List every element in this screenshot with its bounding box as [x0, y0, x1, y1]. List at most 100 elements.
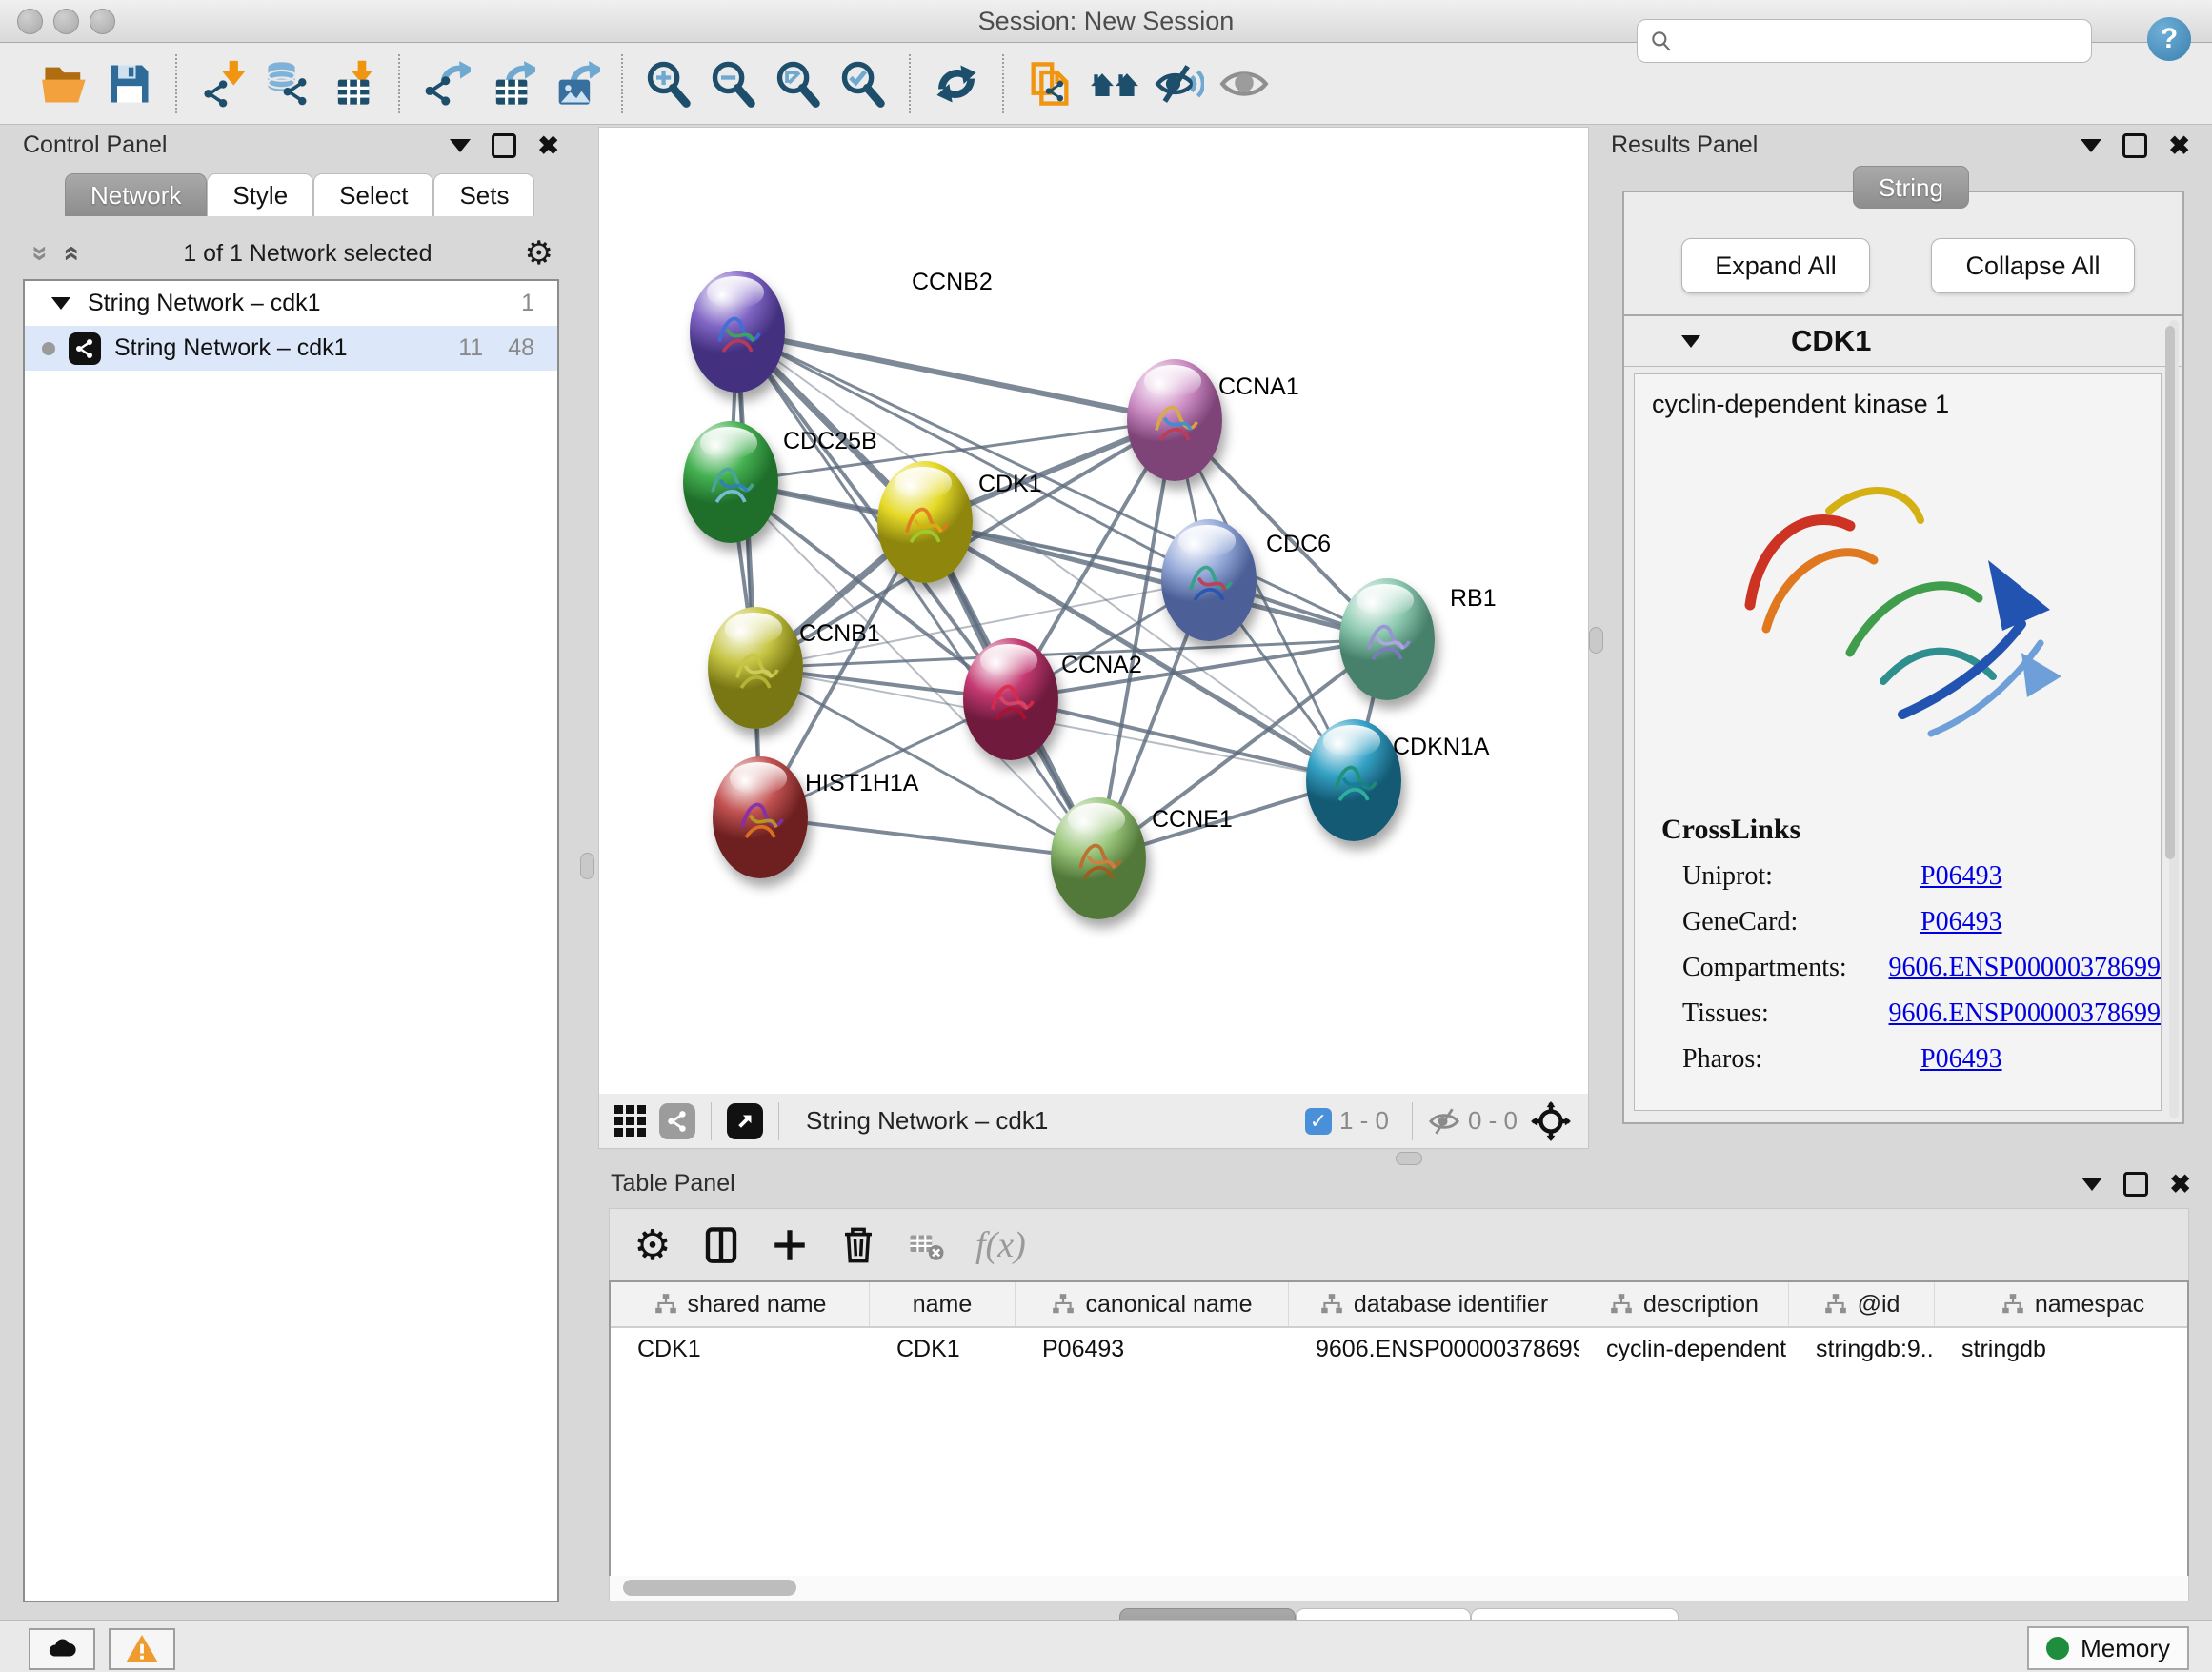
import-network-icon[interactable]: [196, 57, 250, 111]
warnings-button[interactable]: [109, 1628, 175, 1670]
network-node-CCNA1[interactable]: [1127, 359, 1222, 481]
float-panel-icon[interactable]: [492, 133, 516, 158]
hide-graphics-icon[interactable]: [1153, 57, 1206, 111]
tab-sets[interactable]: Sets: [433, 173, 534, 216]
import-table-icon[interactable]: [326, 57, 379, 111]
collapse-all-icon[interactable]: »: [24, 246, 56, 262]
network-overview-icon[interactable]: [659, 1103, 695, 1139]
add-column-icon[interactable]: [764, 1219, 815, 1271]
protein-card-header[interactable]: CDK1: [1624, 316, 2182, 367]
toolbar-buttons: [32, 54, 1277, 113]
tab-network[interactable]: Network: [65, 173, 207, 216]
column-header-shared-name[interactable]: shared name: [611, 1282, 870, 1326]
network-node-CDC6[interactable]: [1161, 519, 1257, 641]
float-panel-icon[interactable]: [2123, 1172, 2148, 1197]
export-table-icon[interactable]: [484, 57, 537, 111]
zoom-selected-icon[interactable]: [836, 57, 890, 111]
network-view-title: String Network – cdk1: [806, 1106, 1048, 1136]
column-header-@id[interactable]: @id: [1789, 1282, 1935, 1326]
results-panel-title: Results Panel: [1611, 131, 1758, 159]
delete-column-icon[interactable]: [833, 1219, 884, 1271]
function-builder-icon[interactable]: f(x): [975, 1224, 1026, 1266]
birds-eye-view-icon[interactable]: [614, 1105, 646, 1137]
column-header-description[interactable]: description: [1579, 1282, 1789, 1326]
horizontal-splitter-grip[interactable]: [1396, 1152, 1422, 1165]
network-collection-row[interactable]: String Network – cdk1 1: [25, 281, 557, 326]
zoom-out-icon[interactable]: [707, 57, 760, 111]
tab-style[interactable]: Style: [207, 173, 313, 216]
table-options-gear-icon[interactable]: ⚙: [627, 1219, 678, 1271]
collection-expand-icon[interactable]: [51, 297, 70, 310]
tab-select[interactable]: Select: [313, 173, 433, 216]
column-header-database-identifier[interactable]: database identifier: [1289, 1282, 1579, 1326]
network-canvas[interactable]: CCNB2CCNA1CDC25BCDK1CDC6RB1CCNB1CCNA2CDK…: [598, 127, 1589, 1096]
network-node-CDC25B[interactable]: [683, 421, 778, 543]
memory-button[interactable]: Memory: [2027, 1626, 2189, 1670]
selected-checkbox-icon[interactable]: ✓: [1305, 1108, 1332, 1135]
scrollbar-thumb[interactable]: [623, 1580, 796, 1596]
show-columns-icon[interactable]: [695, 1219, 747, 1271]
export-network-icon[interactable]: [419, 57, 473, 111]
string-home-icon[interactable]: [1088, 57, 1141, 111]
tab-string[interactable]: String: [1853, 166, 1969, 209]
import-string-icon[interactable]: [1023, 57, 1076, 111]
show-graphics-icon[interactable]: [1217, 57, 1271, 111]
cloud-status-button[interactable]: [29, 1628, 95, 1670]
detach-view-icon[interactable]: [727, 1103, 763, 1139]
fit-selected-icon[interactable]: [1531, 1101, 1571, 1141]
table-hscrollbar[interactable]: [609, 1576, 2189, 1601]
network-node-CDK1[interactable]: [877, 461, 973, 583]
network-node-CDKN1A[interactable]: [1306, 719, 1401, 841]
import-database-icon[interactable]: [261, 57, 314, 111]
protein-structure-thumbnail: [1177, 548, 1240, 618]
refresh-layout-icon[interactable]: [930, 57, 983, 111]
zoom-in-icon[interactable]: [642, 57, 695, 111]
column-header-name[interactable]: name: [870, 1282, 1016, 1326]
hidden-eye-icon[interactable]: [1428, 1105, 1460, 1138]
expand-all-icon[interactable]: »: [53, 246, 86, 262]
open-session-icon[interactable]: [38, 57, 91, 111]
delete-table-icon[interactable]: [901, 1219, 953, 1271]
right-splitter-grip[interactable]: [1589, 627, 1603, 654]
network-options-gear-icon[interactable]: ⚙: [525, 234, 553, 272]
crosslink-link[interactable]: 9606.ENSP00000378699: [1889, 998, 2161, 1029]
panel-menu-icon[interactable]: [450, 139, 471, 152]
help-button[interactable]: ?: [2147, 17, 2191, 61]
network-node-CCNE1[interactable]: [1051, 797, 1146, 919]
panel-menu-icon[interactable]: [2081, 1178, 2102, 1191]
network-node-CCNB1[interactable]: [708, 607, 803, 729]
crosslink-label: Pharos:: [1682, 1044, 1920, 1075]
node-label-CCNB2: CCNB2: [912, 269, 993, 296]
crosslink-link[interactable]: P06493: [1920, 861, 2002, 892]
panel-menu-icon[interactable]: [2081, 139, 2101, 152]
network-row[interactable]: String Network – cdk1 11 48: [25, 326, 557, 371]
node-table[interactable]: shared namenamecanonical namedatabase id…: [609, 1280, 2189, 1580]
crosslink-link[interactable]: P06493: [1920, 907, 2002, 937]
expand-all-button[interactable]: Expand All: [1681, 238, 1870, 293]
export-image-icon[interactable]: [549, 57, 602, 111]
column-header-canonical-name[interactable]: canonical name: [1016, 1282, 1289, 1326]
protein-structure-thumbnail: [1356, 607, 1418, 677]
crosslink-link[interactable]: 9606.ENSP00000378699: [1889, 953, 2161, 983]
float-panel-icon[interactable]: [2122, 133, 2147, 158]
search-box[interactable]: [1637, 19, 2092, 63]
crosslink-row: Tissues:9606.ENSP00000378699: [1661, 998, 2161, 1029]
search-input[interactable]: [1681, 27, 2091, 55]
table-row[interactable]: CDK1CDK1P064939606.ENSP00000378699cyclin…: [611, 1328, 2187, 1370]
column-header-namespac[interactable]: namespac: [1935, 1282, 2189, 1326]
collapse-all-button[interactable]: Collapse All: [1931, 238, 2135, 293]
network-node-CCNB2[interactable]: [690, 271, 785, 393]
network-node-CCNA2[interactable]: [963, 638, 1058, 760]
close-panel-icon[interactable]: ✖: [537, 136, 559, 155]
results-scrollbar[interactable]: [2169, 320, 2179, 1118]
left-splitter-grip[interactable]: [580, 853, 594, 879]
network-node-HIST1H1A[interactable]: [713, 756, 808, 878]
toolbar-separator: [621, 54, 623, 113]
close-panel-icon[interactable]: ✖: [2168, 136, 2190, 155]
collapse-card-icon[interactable]: [1681, 335, 1700, 348]
zoom-fit-icon[interactable]: [772, 57, 825, 111]
crosslink-link[interactable]: P06493: [1920, 1044, 2002, 1075]
save-session-icon[interactable]: [103, 57, 156, 111]
close-panel-icon[interactable]: ✖: [2169, 1175, 2191, 1194]
network-node-RB1[interactable]: [1339, 578, 1435, 700]
